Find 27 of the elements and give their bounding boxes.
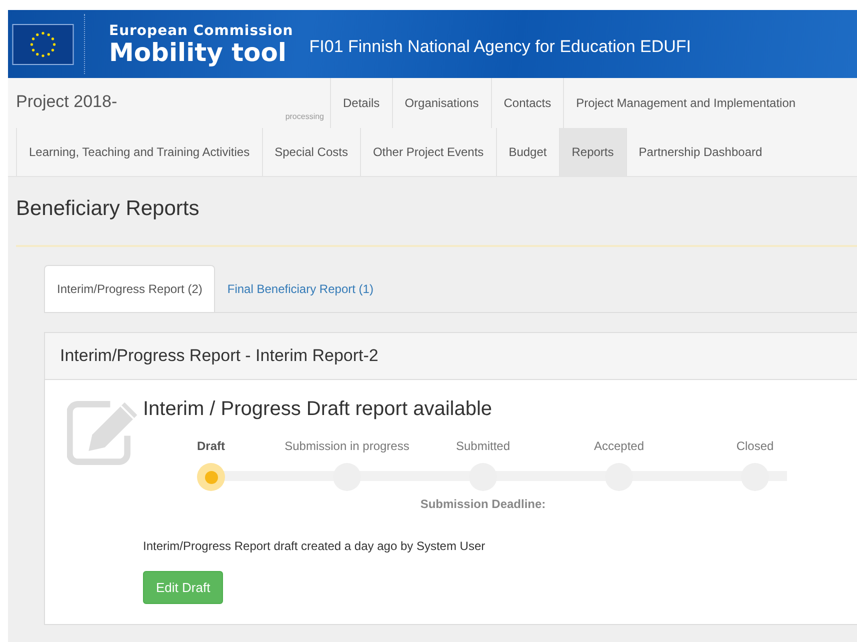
status-message: Interim/Progress Report draft created a day ago by System User <box>143 539 486 553</box>
app-name: Mobility tool <box>109 40 288 64</box>
nav-tab[interactable]: Contacts <box>490 78 564 128</box>
nav-tab[interactable]: Partnership Dashboard <box>626 128 774 176</box>
step-note: Submission Deadline: <box>420 497 546 511</box>
nav-tab[interactable]: Other Project Events <box>360 128 496 176</box>
page-title: Beneficiary Reports <box>16 196 200 222</box>
report-tab[interactable]: Final Beneficiary Report (1) <box>215 265 386 312</box>
agency-name: FI01 Finnish National Agency for Education EDUFI <box>309 37 692 57</box>
panel-title: Interim/Progress Report - Interim Report-2 <box>60 346 378 366</box>
eu-flag-icon <box>12 24 74 64</box>
step-label: Accepted <box>594 439 644 455</box>
report-heading: Interim / Progress Draft report available <box>143 398 494 421</box>
project-title: Project 2018- <box>16 92 118 112</box>
nav-tab[interactable]: Special Costs <box>262 128 360 176</box>
nav-tab[interactable]: Details <box>330 78 392 128</box>
step-label: Draft <box>196 439 225 455</box>
edit-icon <box>67 400 139 466</box>
nav-tab[interactable]: Learning, Teaching and Training Activities <box>16 128 262 176</box>
project-status: processing <box>285 112 324 120</box>
report-tab[interactable]: Interim/Progress Report (2) <box>44 265 216 312</box>
step-label: Submitted <box>456 439 510 455</box>
nav-tab[interactable]: Organisations <box>392 78 491 128</box>
nav-tab[interactable]: Reports <box>558 128 626 176</box>
step-label: Submission in progress <box>284 439 410 455</box>
org-name: European Commission <box>109 24 294 38</box>
step-label: Closed <box>736 439 774 455</box>
